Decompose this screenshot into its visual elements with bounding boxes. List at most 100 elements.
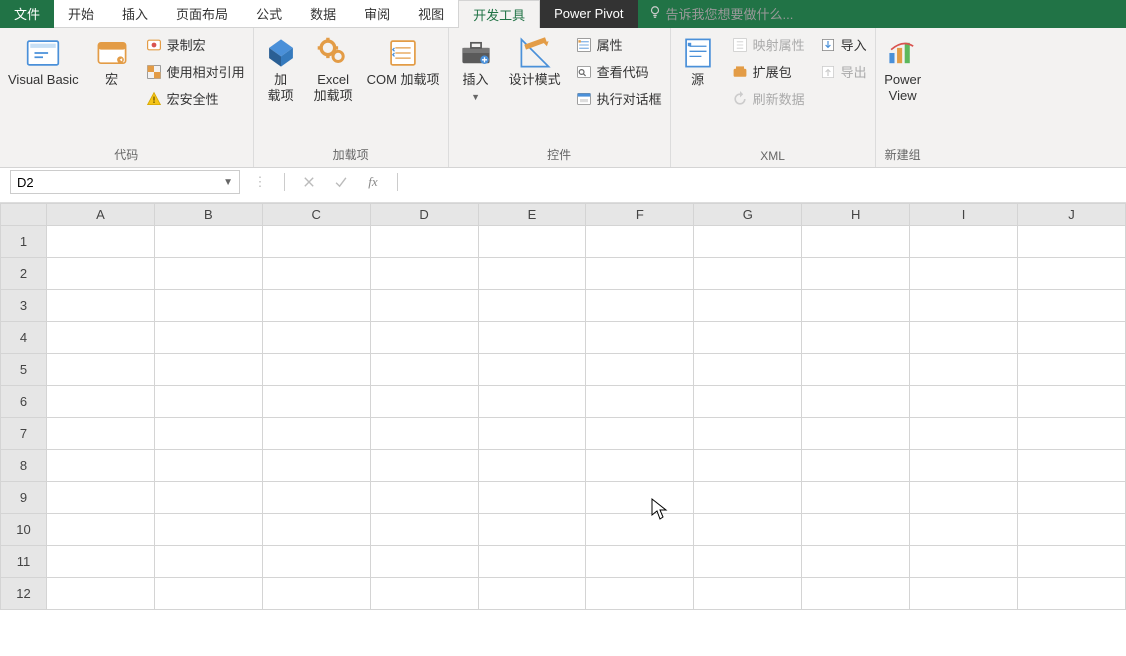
cell[interactable] <box>370 450 478 482</box>
cell[interactable] <box>478 290 586 322</box>
cell[interactable] <box>1017 418 1125 450</box>
cell[interactable] <box>478 546 586 578</box>
cell[interactable] <box>478 482 586 514</box>
row-header[interactable]: 12 <box>1 578 47 610</box>
tab-power-pivot[interactable]: Power Pivot <box>540 0 637 28</box>
row-header[interactable]: 7 <box>1 418 47 450</box>
cell[interactable] <box>910 290 1018 322</box>
cell[interactable] <box>694 290 802 322</box>
cell[interactable] <box>1017 258 1125 290</box>
cell[interactable] <box>370 226 478 258</box>
cell[interactable] <box>586 546 694 578</box>
cell[interactable] <box>154 322 262 354</box>
cell[interactable] <box>910 450 1018 482</box>
cell[interactable] <box>370 290 478 322</box>
excel-addins-button[interactable]: Excel加载项 <box>308 32 359 107</box>
column-header[interactable]: F <box>586 204 694 226</box>
row-header[interactable]: 3 <box>1 290 47 322</box>
cell[interactable] <box>262 258 370 290</box>
cell[interactable] <box>1017 290 1125 322</box>
cell[interactable] <box>586 354 694 386</box>
enter-formula-button[interactable] <box>329 170 353 194</box>
cancel-formula-button[interactable] <box>297 170 321 194</box>
cell[interactable] <box>694 322 802 354</box>
tab-home[interactable]: 开始 <box>54 0 108 28</box>
import-button[interactable]: 导入 <box>813 32 873 57</box>
row-header[interactable]: 4 <box>1 322 47 354</box>
cell[interactable] <box>262 450 370 482</box>
cell[interactable] <box>802 290 910 322</box>
tab-file[interactable]: 文件 <box>0 0 54 28</box>
column-header[interactable]: I <box>910 204 1018 226</box>
cell[interactable] <box>46 226 154 258</box>
tab-review[interactable]: 审阅 <box>350 0 404 28</box>
row-header[interactable]: 9 <box>1 482 47 514</box>
cell[interactable] <box>802 578 910 610</box>
cell[interactable] <box>46 514 154 546</box>
cell[interactable] <box>586 258 694 290</box>
cell[interactable] <box>802 546 910 578</box>
design-mode-button[interactable]: 设计模式 <box>503 32 567 92</box>
column-header[interactable]: G <box>694 204 802 226</box>
cell[interactable] <box>1017 482 1125 514</box>
cell[interactable] <box>154 290 262 322</box>
cell[interactable] <box>694 514 802 546</box>
fx-button[interactable]: fx <box>361 170 385 194</box>
column-header[interactable]: A <box>46 204 154 226</box>
cell[interactable] <box>802 482 910 514</box>
cell[interactable] <box>46 546 154 578</box>
cell[interactable] <box>46 290 154 322</box>
cell[interactable] <box>478 258 586 290</box>
cell[interactable] <box>802 354 910 386</box>
cell[interactable] <box>478 354 586 386</box>
cell[interactable] <box>154 418 262 450</box>
column-header[interactable]: E <box>478 204 586 226</box>
power-view-button[interactable]: PowerView <box>878 32 928 107</box>
cell[interactable] <box>370 322 478 354</box>
addins-button[interactable]: 加载项 <box>256 32 306 107</box>
cell[interactable] <box>910 418 1018 450</box>
row-header[interactable]: 6 <box>1 386 47 418</box>
cell[interactable] <box>154 578 262 610</box>
properties-button[interactable]: 属性 <box>569 32 668 57</box>
grid-table[interactable]: ABCDEFGHIJ123456789101112 <box>0 203 1126 610</box>
relative-ref-button[interactable]: 使用相对引用 <box>139 59 251 84</box>
cell[interactable] <box>910 322 1018 354</box>
cell[interactable] <box>154 386 262 418</box>
cell[interactable] <box>370 578 478 610</box>
name-box[interactable]: D2 ▼ <box>10 170 240 194</box>
cell[interactable] <box>370 482 478 514</box>
cell[interactable] <box>46 578 154 610</box>
insert-control-button[interactable]: 插入 ▼ <box>451 32 501 106</box>
cell[interactable] <box>478 418 586 450</box>
cell[interactable] <box>802 514 910 546</box>
cell[interactable] <box>1017 578 1125 610</box>
cell[interactable] <box>478 226 586 258</box>
run-dialog-button[interactable]: 执行对话框 <box>569 86 668 111</box>
cell[interactable] <box>478 386 586 418</box>
cell[interactable] <box>694 226 802 258</box>
cell[interactable] <box>46 322 154 354</box>
cell[interactable] <box>478 450 586 482</box>
cell[interactable] <box>478 514 586 546</box>
cell[interactable] <box>1017 354 1125 386</box>
cell[interactable] <box>586 450 694 482</box>
cell[interactable] <box>910 386 1018 418</box>
cell[interactable] <box>262 418 370 450</box>
expansion-button[interactable]: 扩展包 <box>725 59 811 84</box>
cell[interactable] <box>1017 226 1125 258</box>
row-header[interactable]: 2 <box>1 258 47 290</box>
cell[interactable] <box>586 386 694 418</box>
column-header[interactable]: C <box>262 204 370 226</box>
cell[interactable] <box>802 386 910 418</box>
cell[interactable] <box>262 482 370 514</box>
cell[interactable] <box>694 418 802 450</box>
cell[interactable] <box>154 354 262 386</box>
formula-menu-button[interactable]: ⋮ <box>248 170 272 194</box>
row-header[interactable]: 5 <box>1 354 47 386</box>
column-header[interactable]: H <box>802 204 910 226</box>
visual-basic-button[interactable]: Visual Basic <box>2 32 85 92</box>
record-macro-button[interactable]: 录制宏 <box>139 32 251 57</box>
cell[interactable] <box>478 578 586 610</box>
cell[interactable] <box>262 514 370 546</box>
